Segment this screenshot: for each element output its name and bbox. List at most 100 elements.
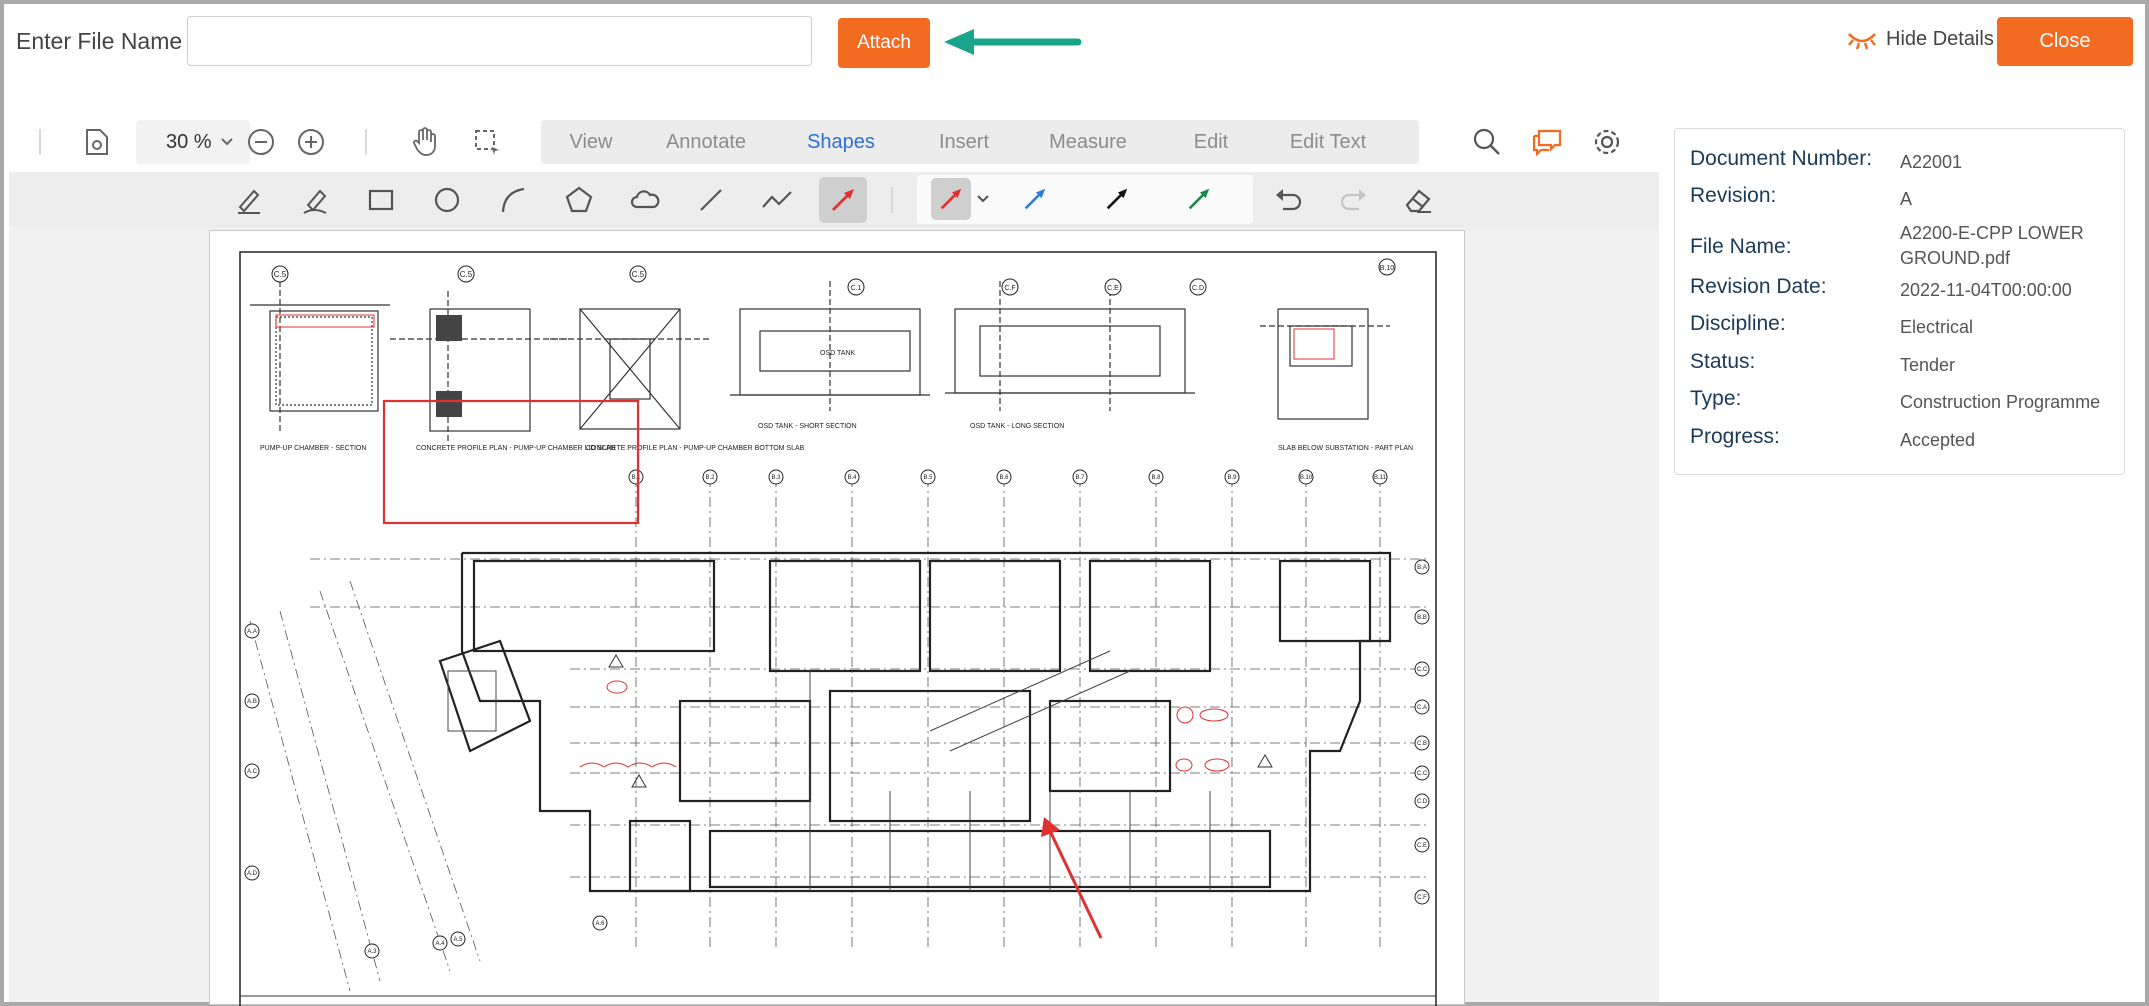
grid-label: B.7 bbox=[1075, 475, 1085, 481]
black-arrow-color[interactable] bbox=[1099, 181, 1135, 217]
marquee-select-icon[interactable] bbox=[471, 126, 503, 158]
grid-label: B.10 bbox=[1300, 475, 1313, 481]
toolbar-divider bbox=[39, 129, 41, 155]
hide-details-label: Hide Details bbox=[1886, 27, 1994, 50]
toolbar-divider bbox=[365, 129, 367, 155]
grid-label: B.2 bbox=[705, 475, 715, 481]
chevron-down-icon bbox=[220, 138, 233, 146]
zoom-in-icon[interactable] bbox=[295, 126, 327, 158]
tab-measure[interactable]: Measure bbox=[1017, 131, 1159, 154]
file-name-label: Enter File Name bbox=[16, 28, 183, 54]
eraser-icon[interactable] bbox=[1401, 182, 1437, 218]
red-arrow-color[interactable] bbox=[931, 178, 971, 220]
tool-tab-strip: View Annotate Shapes Insert Measure Edit… bbox=[541, 120, 1419, 164]
detail-value: Construction Programme bbox=[1900, 392, 2101, 412]
grid-label: B.B bbox=[1417, 615, 1427, 621]
tab-view[interactable]: View bbox=[541, 131, 641, 154]
grid-label: C.C bbox=[1417, 771, 1428, 777]
arrow-tool-selected[interactable] bbox=[819, 177, 867, 223]
toolbar-divider bbox=[891, 187, 893, 213]
osd-label: OSD TANK bbox=[820, 350, 855, 357]
grid-label: A.A bbox=[247, 629, 257, 635]
chevron-down-icon[interactable] bbox=[976, 194, 990, 204]
grid-label: B.11 bbox=[1374, 475, 1387, 481]
grid-label: B.8 bbox=[1151, 475, 1161, 481]
tab-annotate[interactable]: Annotate bbox=[641, 131, 771, 154]
grid-label: A.4 bbox=[435, 941, 445, 947]
grid-label: A.3 bbox=[367, 949, 377, 955]
detail-value: Accepted bbox=[1900, 430, 1976, 450]
blue-arrow-color[interactable] bbox=[1017, 181, 1053, 217]
drawing-title: CONCRETE PROFILE PLAN - PUMP-UP CHAMBER … bbox=[586, 445, 805, 452]
drawing-sheet: C.5 PUMP-UP CHAMBER - SECTION C.5 CONCRE… bbox=[209, 230, 1465, 1006]
grid-label: A.D bbox=[247, 871, 258, 877]
polygon-icon[interactable] bbox=[561, 182, 597, 218]
arc-icon[interactable] bbox=[495, 182, 531, 218]
detail-tag: C.5 bbox=[632, 270, 645, 279]
grid-label: B.3 bbox=[771, 475, 781, 481]
detail-label: Discipline: bbox=[1690, 312, 1786, 335]
grid-label: C.F bbox=[1417, 895, 1427, 901]
detail-value: 2022-11-04T00:00:00 bbox=[1900, 280, 2072, 300]
tab-insert[interactable]: Insert bbox=[911, 131, 1017, 154]
green-arrow-icon bbox=[944, 29, 1082, 55]
detail-tag: B.10 bbox=[1380, 265, 1395, 272]
tab-edit-text[interactable]: Edit Text bbox=[1263, 131, 1393, 154]
viewer-toolbar: 30 % View Annotate Shapes Insert Measure… bbox=[9, 116, 1659, 168]
close-button[interactable]: Close bbox=[1997, 17, 2133, 66]
detail-tag: C.5 bbox=[460, 270, 473, 279]
review-rectangle[interactable] bbox=[382, 399, 640, 525]
grid-label: B.1 bbox=[631, 475, 641, 481]
eye-closed-icon bbox=[1848, 33, 1876, 50]
green-arrow-color[interactable] bbox=[1181, 181, 1217, 217]
grid-label: B.5 bbox=[923, 475, 933, 481]
detail-value: Electrical bbox=[1900, 317, 1974, 337]
rectangle-icon[interactable] bbox=[363, 182, 399, 218]
document-viewer[interactable]: C.5 PUMP-UP CHAMBER - SECTION C.5 CONCRE… bbox=[9, 227, 1659, 1006]
grid-label: C.A bbox=[1417, 705, 1427, 711]
gear-icon[interactable] bbox=[1591, 126, 1623, 158]
zoom-value: 30 % bbox=[166, 130, 212, 153]
undo-icon[interactable] bbox=[1271, 182, 1307, 218]
drawing-title: OSD TANK - LONG SECTION bbox=[970, 423, 1064, 430]
ellipse-icon[interactable] bbox=[429, 182, 465, 218]
detail-label: Document Number: bbox=[1690, 147, 1873, 170]
shapes-toolbar bbox=[9, 172, 1659, 227]
grid-label: C.E bbox=[1417, 843, 1427, 849]
detail-value: A bbox=[1900, 189, 1913, 209]
detail-label: Progress: bbox=[1690, 425, 1780, 448]
page-settings-icon[interactable] bbox=[81, 126, 113, 158]
zoom-dropdown[interactable]: 30 % bbox=[136, 120, 250, 164]
detail-tag: C.F bbox=[1004, 285, 1015, 292]
grid-label: C.D bbox=[1417, 799, 1428, 805]
search-icon[interactable] bbox=[1471, 126, 1503, 158]
grid-label: A.5 bbox=[453, 937, 463, 943]
detail-tag: C.E bbox=[1107, 285, 1119, 292]
cloud-icon[interactable] bbox=[627, 182, 663, 218]
tab-shapes[interactable]: Shapes bbox=[771, 131, 911, 154]
pen-icon[interactable] bbox=[231, 182, 267, 218]
line-icon[interactable] bbox=[693, 182, 729, 218]
arrow-icon bbox=[832, 189, 854, 211]
tab-edit[interactable]: Edit bbox=[1159, 131, 1263, 154]
drawing-title: SLAB BELOW SUBSTATION - PART PLAN bbox=[1278, 445, 1413, 452]
attach-button[interactable]: Attach bbox=[838, 18, 930, 68]
hide-details-toggle[interactable]: Hide Details bbox=[1846, 26, 1994, 52]
detail-value: Tender bbox=[1900, 355, 1956, 375]
polyline-icon[interactable] bbox=[759, 182, 795, 218]
detail-label: Revision: bbox=[1690, 184, 1777, 207]
detail-tag: C.5 bbox=[274, 270, 287, 279]
grid-label: C.C bbox=[1417, 667, 1428, 673]
grid-label: B.4 bbox=[847, 475, 857, 481]
drawing-title: OSD TANK - SHORT SECTION bbox=[758, 423, 857, 430]
highlighter-icon[interactable] bbox=[297, 182, 333, 218]
pan-hand-icon[interactable] bbox=[409, 126, 441, 158]
detail-tag: C.1 bbox=[851, 285, 862, 292]
grid-label: B.A bbox=[1417, 565, 1427, 571]
arrow-color-group bbox=[917, 175, 1253, 224]
redo-icon[interactable] bbox=[1335, 182, 1371, 218]
zoom-out-icon[interactable] bbox=[245, 126, 277, 158]
floor-plan-drawing: C.5 PUMP-UP CHAMBER - SECTION C.5 CONCRE… bbox=[239, 251, 1437, 1006]
comments-icon[interactable] bbox=[1531, 126, 1563, 158]
file-name-input[interactable] bbox=[187, 16, 812, 66]
